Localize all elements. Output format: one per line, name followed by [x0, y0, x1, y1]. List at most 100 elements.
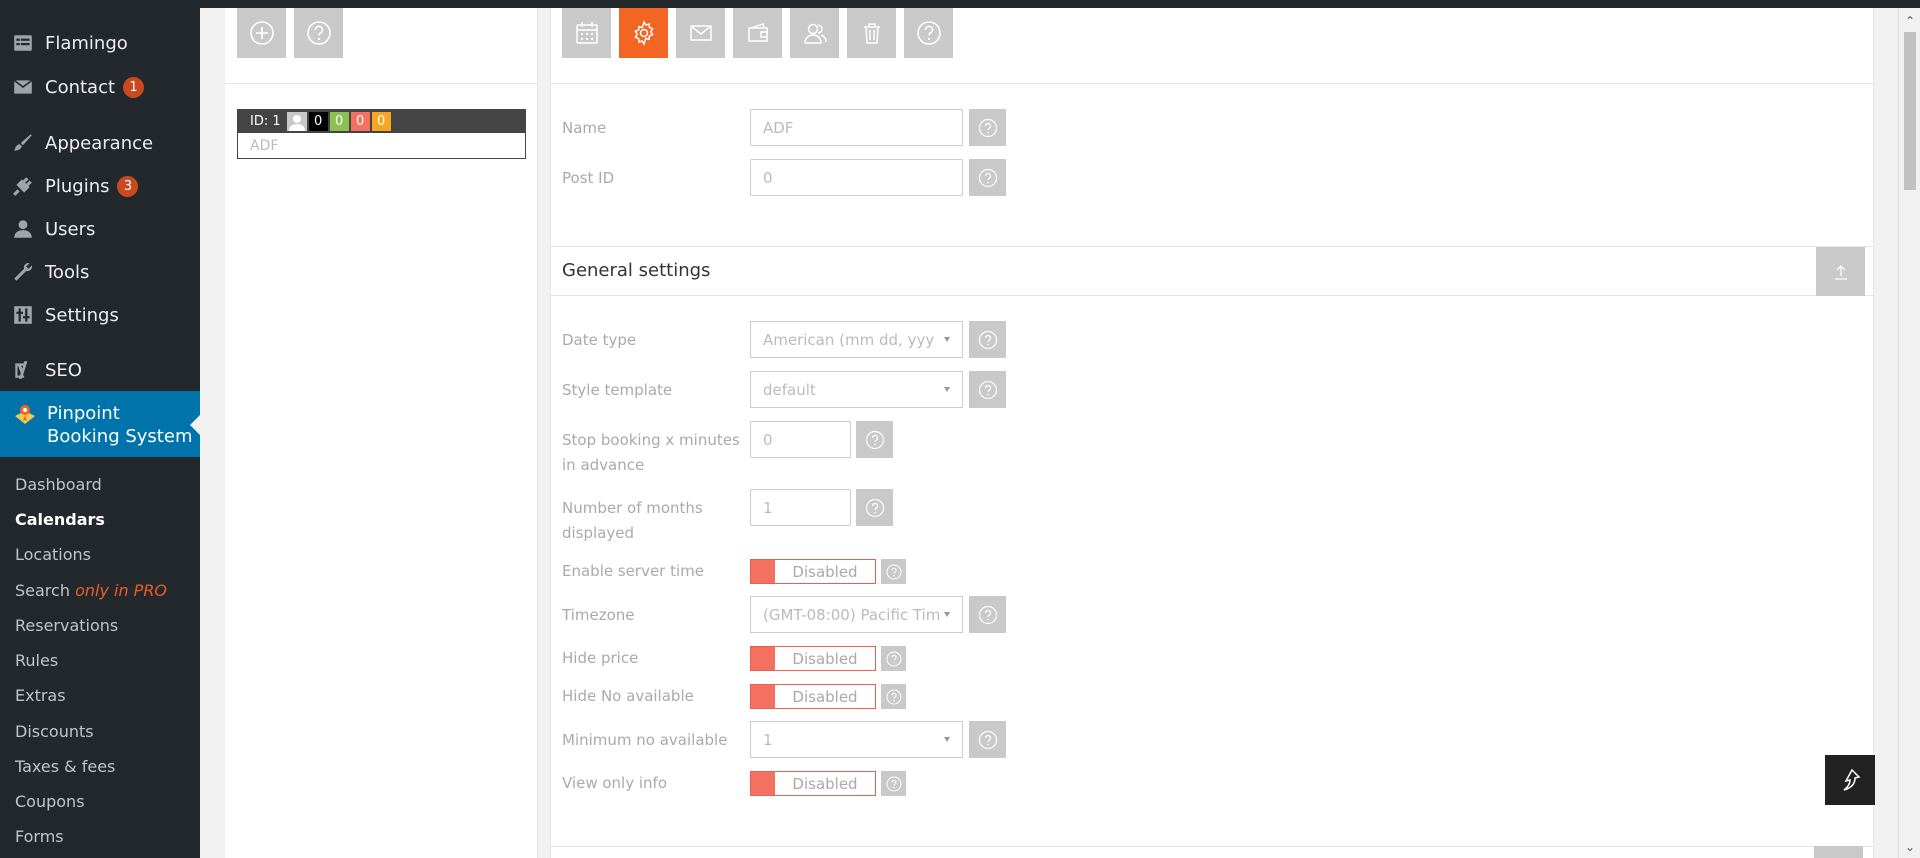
months-input[interactable]: 1: [750, 489, 851, 526]
hide-no-available-help-button[interactable]: [881, 684, 906, 709]
stop-booking-help-button[interactable]: [856, 421, 893, 458]
view-only-help-button[interactable]: [881, 771, 906, 796]
chevron-down-icon: [944, 387, 950, 392]
submenu-dashboard[interactable]: Dashboard: [15, 475, 102, 494]
next-section-button[interactable]: [1814, 846, 1863, 858]
min-available-value: 1: [763, 730, 773, 749]
sidebar-item-plugins[interactable]: Plugins 3: [0, 168, 200, 204]
brush-icon: [12, 132, 34, 154]
sidebar-item-label: Users: [45, 218, 96, 240]
calendar-tabs-toolbar: [562, 8, 953, 58]
notification-badge: 3: [117, 175, 139, 197]
tab-payment[interactable]: [733, 8, 782, 58]
chevron-up-icon[interactable]: ⌃: [1905, 14, 1915, 28]
help-icon: [916, 21, 941, 45]
chevron-down-icon: [944, 337, 950, 342]
sidebar-item-label: Flamingo: [45, 32, 128, 54]
post-id-help-button[interactable]: [969, 159, 1006, 196]
hide-price-toggle[interactable]: Disabled: [750, 646, 876, 671]
help-icon: [978, 380, 997, 399]
scroll-to-top-button[interactable]: [1825, 755, 1875, 805]
calendar-list-item[interactable]: ID: 1 0 0 0 0 ADF: [237, 109, 526, 159]
sidebar-item-tools[interactable]: Tools: [0, 254, 200, 290]
chevron-down-icon[interactable]: ⌄: [1905, 840, 1915, 854]
date-type-select[interactable]: American (mm dd, yyy: [750, 321, 963, 358]
toggle-knob: [751, 772, 775, 795]
help-icon: [978, 730, 997, 749]
hide-price-label: Hide price: [562, 649, 639, 667]
page-scrollbar[interactable]: ⌃ ⌄: [1898, 8, 1920, 858]
tab-notifications[interactable]: [676, 8, 725, 58]
name-help-button[interactable]: [969, 109, 1006, 146]
submenu-calendars[interactable]: Calendars: [15, 510, 105, 529]
style-template-label: Style template: [562, 381, 673, 399]
calendars-help-button[interactable]: [294, 8, 343, 58]
submenu-rules[interactable]: Rules: [15, 651, 58, 670]
post-id-input[interactable]: 0: [750, 159, 963, 196]
server-time-toggle[interactable]: Disabled: [750, 559, 876, 584]
min-available-help-button[interactable]: [969, 721, 1006, 758]
toggle-state: Disabled: [792, 687, 858, 706]
sidebar-item-seo[interactable]: SEO: [0, 352, 200, 388]
toggle-knob: [751, 647, 775, 670]
calendars-list-panel: ID: 1 0 0 0 0 ADF: [225, 8, 538, 858]
wallet-icon: [747, 23, 768, 42]
sidebar-item-contact[interactable]: Contact 1: [0, 69, 200, 105]
timezone-select[interactable]: (GMT-08:00) Pacific Tim: [750, 596, 963, 633]
hide-price-help-button[interactable]: [881, 646, 906, 671]
sidebar-item-users[interactable]: Users: [0, 211, 200, 247]
stop-booking-input[interactable]: 0: [750, 421, 851, 458]
server-time-help-button[interactable]: [881, 559, 906, 584]
help-icon: [978, 605, 997, 624]
min-available-label: Minimum no available: [562, 731, 728, 749]
style-template-help-button[interactable]: [969, 371, 1006, 408]
help-icon: [306, 21, 331, 45]
submenu-forms[interactable]: Forms: [15, 827, 64, 846]
sidebar-item-pinpoint-booking[interactable]: Pinpoint Booking System: [0, 391, 200, 457]
count-pending-badge: 0: [371, 112, 391, 131]
tab-calendar[interactable]: [562, 8, 611, 58]
calendar-item-name: ADF: [250, 137, 279, 154]
submenu-coupons[interactable]: Coupons: [15, 792, 85, 811]
submenu-search[interactable]: Search only in PRO: [15, 581, 167, 600]
count-approved-badge: 0: [329, 112, 349, 131]
stop-booking-label: Stop booking x minutes in advance: [562, 431, 740, 474]
submenu-extras[interactable]: Extras: [15, 686, 66, 705]
sidebar-item-flamingo[interactable]: Flamingo: [0, 25, 200, 61]
chevron-down-icon: [944, 737, 950, 742]
help-icon: [886, 651, 901, 666]
sidebar-item-settings[interactable]: Settings: [0, 297, 200, 333]
admin-sidebar: Flamingo Contact 1 Appearance Plugins 3 …: [0, 0, 200, 858]
submenu-reservations[interactable]: Reservations: [15, 616, 118, 635]
sidebar-item-appearance[interactable]: Appearance: [0, 125, 200, 161]
settings-help-button[interactable]: [904, 8, 953, 58]
submenu-locations[interactable]: Locations: [15, 545, 91, 564]
timezone-help-button[interactable]: [969, 596, 1006, 633]
min-available-select[interactable]: 1: [750, 721, 963, 758]
date-type-help-button[interactable]: [969, 321, 1006, 358]
submenu-taxes-fees[interactable]: Taxes & fees: [15, 757, 115, 776]
timezone-value: (GMT-08:00) Pacific Tim: [763, 605, 941, 624]
delete-calendar-button[interactable]: [847, 8, 896, 58]
view-only-toggle[interactable]: Disabled: [750, 771, 876, 796]
help-icon: [886, 689, 901, 704]
submenu-discounts[interactable]: Discounts: [15, 722, 94, 741]
post-id-label: Post ID: [562, 169, 615, 187]
months-help-button[interactable]: [856, 489, 893, 526]
style-template-select[interactable]: default: [750, 371, 963, 408]
tab-settings[interactable]: [619, 8, 668, 58]
tab-users[interactable]: [790, 8, 839, 58]
calendar-settings-panel: Name ADF Post ID 0 General settings Date…: [550, 8, 1875, 858]
toggle-state: Disabled: [792, 649, 858, 668]
divider: [551, 83, 1875, 84]
collapse-section-button[interactable]: [1816, 247, 1865, 296]
toggle-state: Disabled: [792, 774, 858, 793]
name-input[interactable]: ADF: [750, 109, 963, 146]
view-only-label: View only info: [562, 774, 667, 792]
add-calendar-button[interactable]: [237, 8, 286, 58]
hide-no-available-toggle[interactable]: Disabled: [750, 684, 876, 709]
scrollbar-thumb[interactable]: [1904, 32, 1916, 190]
toggle-state: Disabled: [792, 562, 858, 581]
users-icon: [803, 23, 827, 44]
hide-no-available-label: Hide No available: [562, 687, 694, 705]
